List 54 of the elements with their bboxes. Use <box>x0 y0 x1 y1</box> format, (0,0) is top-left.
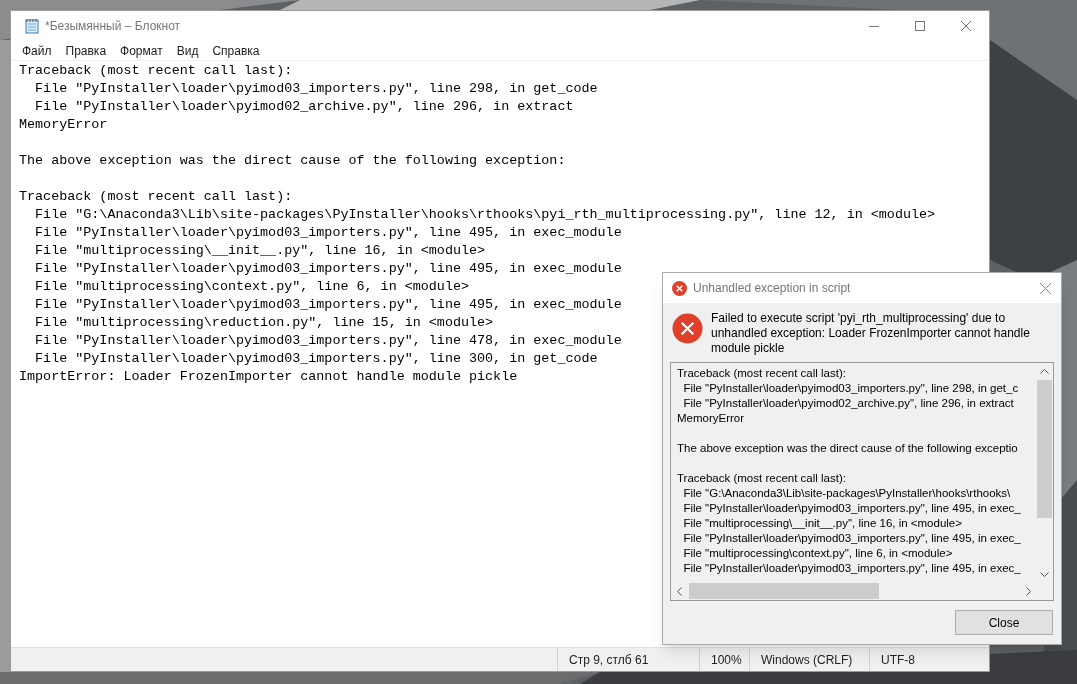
close-button[interactable]: Close <box>955 610 1053 635</box>
menu-item[interactable]: Правка <box>58 41 114 60</box>
error-icon <box>672 313 703 344</box>
scroll-right-icon[interactable] <box>1026 587 1031 596</box>
maximize-icon <box>915 21 925 31</box>
detail-line: File "PyInstaller\loader\pyimod03_importers.py", line 298, in get_c <box>682 381 1019 396</box>
status-text: Windows (CRLF) <box>761 651 853 669</box>
detail-line: File "multiprocessing\__init__.py", line 16, in <module> <box>682 516 962 531</box>
detail-line: File "multiprocessing\context.py", line 6, in <module> <box>682 546 953 561</box>
dialog-title: Unhandled exception in script <box>693 280 851 297</box>
window-title: *Безымянный – Блокнот <box>45 18 181 35</box>
text-line: File "multiprocessing\reduction.py", line 15, in <module> <box>34 314 494 332</box>
text-line: File "multiprocessing\__init__.py", line 16, in <module> <box>34 242 486 260</box>
menu-item[interactable]: Файл <box>15 41 59 60</box>
menu-item[interactable]: Формат <box>113 41 170 60</box>
text-line: The above exception was the direct cause of the following exception: <box>19 152 566 170</box>
menu-item[interactable]: Справка <box>205 41 267 60</box>
close-icon[interactable] <box>1040 282 1051 294</box>
status-text: 100% <box>711 651 742 669</box>
text-line: ImportError: Loader FrozenImporter cannot handle module pickle <box>19 368 518 386</box>
text-line: File "PyInstaller\loader\pyimod03_importers.py", line 298, in get_code <box>34 80 598 98</box>
status-text: Стр 9, стлб 61 <box>569 651 649 669</box>
detail-line: File "PyInstaller\loader\pyimod03_importers.py", line 495, in exec_ <box>682 501 1021 516</box>
scroll-down-icon[interactable] <box>1040 572 1049 577</box>
text-line: File "PyInstaller\loader\pyimod03_importers.py", line 478, in exec_module <box>34 332 622 350</box>
scroll-left-icon[interactable] <box>677 587 682 596</box>
scroll-up-icon[interactable] <box>1040 369 1049 374</box>
notepad-icon <box>24 18 40 34</box>
status-text: UTF-8 <box>881 651 915 669</box>
text-line: File "PyInstaller\loader\pyimod03_importers.py", line 495, in exec_module <box>34 260 622 278</box>
detail-line: File "G:\Anaconda3\Lib\site-packages\PyInstaller\hooks\rthooks\ <box>682 486 1011 501</box>
scrollbar-thumb[interactable] <box>1037 380 1052 518</box>
text-line: File "multiprocessing\context.py", line 6, in <module> <box>34 278 469 296</box>
text-line: File "G:\Anaconda3\Lib\site-packages\PyInstaller\hooks\rthooks\pyi_rth_multiprocessing.py", line 12, in <module> <box>34 206 936 224</box>
scrollbar-thumb[interactable] <box>689 583 879 599</box>
text-line: File "PyInstaller\loader\pyimod03_importers.py", line 300, in get_code <box>34 350 598 368</box>
text-line: File "PyInstaller\loader\pyimod03_importers.py", line 495, in exec_module <box>34 224 622 242</box>
menu-item[interactable]: Вид <box>169 41 206 60</box>
detail-line: Traceback (most recent call last): <box>677 366 846 381</box>
detail-line: The above exception was the direct cause of the following exceptio <box>677 441 1018 456</box>
text-line: MemoryError <box>19 116 108 134</box>
error-icon <box>672 280 687 296</box>
text-line: Traceback (most recent call last): <box>19 188 293 206</box>
detail-line: File "PyInstaller\loader\pyimod03_importers.py", line 495, in exec_ <box>682 561 1021 576</box>
minimize-icon <box>869 25 879 27</box>
error-message: Failed to execute script 'pyi_rth_multiprocessing' due to unhandled exception: Loader FrozenImporter cannot handle module pickle <box>711 311 1031 356</box>
detail-line: MemoryError <box>677 411 745 426</box>
text-line: File "PyInstaller\loader\pyimod02_archive.py", line 296, in extract <box>34 98 574 116</box>
detail-line: File "PyInstaller\loader\pyimod03_importers.py", line 495, in exec_ <box>682 531 1021 546</box>
close-icon <box>961 21 971 31</box>
detail-line: File "PyInstaller\loader\pyimod02_archive.py", line 296, in extract <box>682 396 1014 411</box>
text-line: File "PyInstaller\loader\pyimod03_importers.py", line 495, in exec_module <box>34 296 622 314</box>
text-line: Traceback (most recent call last): <box>19 62 293 80</box>
detail-line: Traceback (most recent call last): <box>677 471 846 486</box>
